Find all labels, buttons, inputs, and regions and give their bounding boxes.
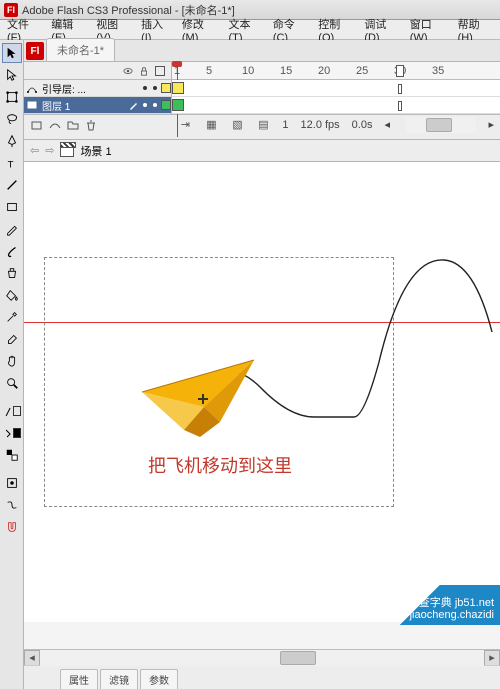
edit-multiple-icon[interactable]: ▤ (256, 118, 270, 132)
layer-row-layer1[interactable]: 图层 1 (24, 97, 171, 114)
document-tabs: Fl 未命名-1* (24, 40, 500, 62)
center-frame-icon[interactable]: ⇥ (178, 118, 192, 132)
annotation-text: 把飞机移动到这里 (148, 452, 292, 478)
lasso-tool[interactable] (2, 109, 22, 129)
ruler-tick: 10 (242, 65, 254, 77)
timeline-ruler[interactable]: 1 5 10 15 20 25 30 35 (172, 62, 500, 80)
fill-color-swatch[interactable] (2, 423, 22, 443)
new-guide-layer-icon[interactable] (48, 118, 62, 132)
free-transform-tool[interactable] (2, 87, 22, 107)
end-keyframe[interactable] (398, 84, 402, 94)
lock-column-icon[interactable] (139, 66, 149, 76)
frame-track-layer1[interactable] (172, 97, 500, 114)
outline-column-icon[interactable] (155, 66, 165, 76)
end-keyframe[interactable] (398, 101, 402, 111)
layer-color-swatch[interactable] (161, 83, 171, 93)
menu-bar: 文件(F) 编辑(E) 视图(V) 插入(I) 修改(M) 文本(T) 命令(C… (0, 20, 500, 40)
scroll-right-button[interactable]: ▸ (484, 650, 500, 666)
layer-name: 引导层: ... (40, 81, 139, 96)
tab-parameters[interactable]: 参数 (140, 669, 178, 689)
scene-name[interactable]: 场景 1 (80, 143, 111, 159)
horizontal-scrollbar[interactable]: ◂ ▸ (24, 649, 500, 665)
brush-tool[interactable] (2, 241, 22, 261)
pen-tool[interactable] (2, 131, 22, 151)
ruler-tick: 15 (280, 65, 292, 77)
forward-arrow-icon[interactable]: ⇨ (45, 144, 54, 157)
frame-rate: 12.0 fps (301, 119, 340, 131)
text-tool[interactable]: T (2, 153, 22, 173)
snap-option[interactable] (2, 473, 22, 493)
tool-panel: T (0, 40, 24, 689)
tab-filters[interactable]: 滤镜 (100, 669, 138, 689)
eyedropper-tool[interactable] (2, 307, 22, 327)
ruler-tick: 5 (206, 65, 212, 77)
ruler-tick: 20 (318, 65, 330, 77)
document-tab[interactable]: 未命名-1* (46, 38, 115, 61)
new-folder-icon[interactable] (66, 118, 80, 132)
scroll-left-button[interactable]: ◂ (24, 650, 40, 666)
delete-layer-icon[interactable] (84, 118, 98, 132)
svg-text:T: T (7, 159, 13, 170)
layer-header (24, 62, 171, 80)
pencil-tool[interactable] (2, 219, 22, 239)
ruler-tick: 1 (174, 65, 180, 77)
registration-point-icon (198, 394, 208, 404)
keyframe[interactable] (172, 82, 184, 94)
end-frame-marker[interactable] (396, 65, 404, 77)
back-arrow-icon[interactable]: ⇦ (30, 144, 39, 157)
zoom-tool[interactable] (2, 373, 22, 393)
layer-name: 图层 1 (40, 98, 129, 113)
scroll-thumb[interactable] (280, 651, 316, 665)
onion-outline-icon[interactable]: ▧ (230, 118, 244, 132)
current-frame: 1 (282, 119, 288, 131)
keyframe[interactable] (172, 99, 184, 111)
timeline-status-bar: ⇥ ▦ ▧ ▤ 1 12.0 fps 0.0s ◂ ▸ (24, 114, 500, 134)
layer-row-guide[interactable]: 引导层: ... (24, 80, 171, 97)
ruler-tick: 25 (356, 65, 368, 77)
magnet-option[interactable] (2, 517, 22, 537)
stage-area[interactable]: 把飞机移动到这里 查字典 jb51.net jiaocheng.chazidi (24, 162, 500, 649)
frame-track-guide[interactable] (172, 80, 500, 97)
rectangle-tool[interactable] (2, 197, 22, 217)
watermark-line: 查字典 jb51.net (410, 597, 494, 609)
pencil-active-icon (129, 100, 139, 110)
new-layer-icon[interactable] (30, 118, 44, 132)
bottom-panel-tabs: 属性 滤镜 参数 (24, 665, 500, 689)
line-tool[interactable] (2, 175, 22, 195)
scroll-track[interactable] (40, 650, 484, 666)
subselection-tool[interactable] (2, 65, 22, 85)
eraser-tool[interactable] (2, 329, 22, 349)
elapsed-time: 0.0s (352, 119, 373, 131)
selection-tool[interactable] (2, 43, 22, 63)
guide-layer-icon (24, 82, 40, 94)
tab-properties[interactable]: 属性 (60, 669, 98, 689)
layer-icon (24, 99, 40, 111)
watermark: 查字典 jb51.net jiaocheng.chazidi (340, 585, 500, 625)
scene-icon (60, 145, 74, 157)
stroke-color-swatch[interactable] (2, 401, 22, 421)
color-options[interactable] (2, 445, 22, 465)
eye-column-icon[interactable] (123, 66, 133, 76)
edit-bar: ⇦ ⇨ 场景 1 (24, 140, 500, 162)
ink-bottle-tool[interactable] (2, 263, 22, 283)
status-left-arrow[interactable]: ◂ (384, 118, 394, 131)
paint-bucket-tool[interactable] (2, 285, 22, 305)
ruler-tick: 35 (432, 65, 444, 77)
flash-doc-icon: Fl (26, 42, 44, 60)
timeline-panel: 1 5 10 15 20 25 30 35 引导 (24, 62, 500, 140)
onion-skin-icon[interactable]: ▦ (204, 118, 218, 132)
hand-tool[interactable] (2, 351, 22, 371)
watermark-line: jiaocheng.chazidi (410, 609, 494, 621)
layer-color-swatch[interactable] (161, 100, 171, 110)
status-right-arrow[interactable]: ▸ (488, 118, 494, 131)
smooth-option[interactable] (2, 495, 22, 515)
